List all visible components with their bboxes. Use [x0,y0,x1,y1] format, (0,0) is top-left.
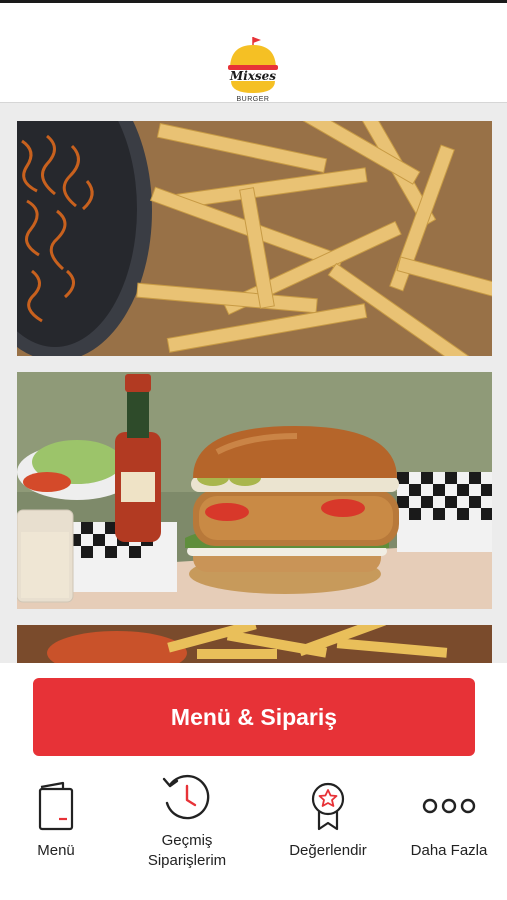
fries-photo [17,121,492,356]
bottom-panel: Menü & Sipariş Menü Geçmiş Siparişlerim … [0,663,507,900]
more-dots-icon [422,797,476,820]
nav-item-more[interactable]: Daha Fazla [404,763,494,883]
brand-logo[interactable]: Mixses BURGER [222,35,284,103]
history-clock-icon [160,771,214,830]
nav-label-history-1: Geçmiş [161,832,213,849]
nav-item-order-history[interactable]: Geçmiş Siparişlerim [122,763,252,883]
menu-order-button[interactable]: Menü & Sipariş [33,678,475,756]
app-header: Mixses BURGER [0,3,507,103]
award-ribbon-icon [308,781,348,838]
nav-label-menu: Menü [37,842,75,859]
burger-photo [17,372,492,609]
menu-book-icon [37,781,75,838]
feed-card-fries[interactable] [17,121,492,356]
nav-item-rate[interactable]: Değerlendir [280,763,376,883]
feed-card-burger[interactable] [17,372,492,609]
nav-label-history-2: Siparişlerim [147,852,227,869]
nav-item-menu[interactable]: Menü [20,763,92,883]
svg-text:BURGER: BURGER [237,96,270,103]
nav-label-more: Daha Fazla [410,842,488,859]
nav-label-rate: Değerlendir [289,842,367,859]
bottom-navigation: Menü Geçmiş Siparişlerim Değerlendir Dah… [0,763,507,883]
feed-card-fries-partial[interactable] [17,625,492,663]
svg-text:Mixses: Mixses [229,69,276,83]
fries-photo-partial [17,625,492,663]
